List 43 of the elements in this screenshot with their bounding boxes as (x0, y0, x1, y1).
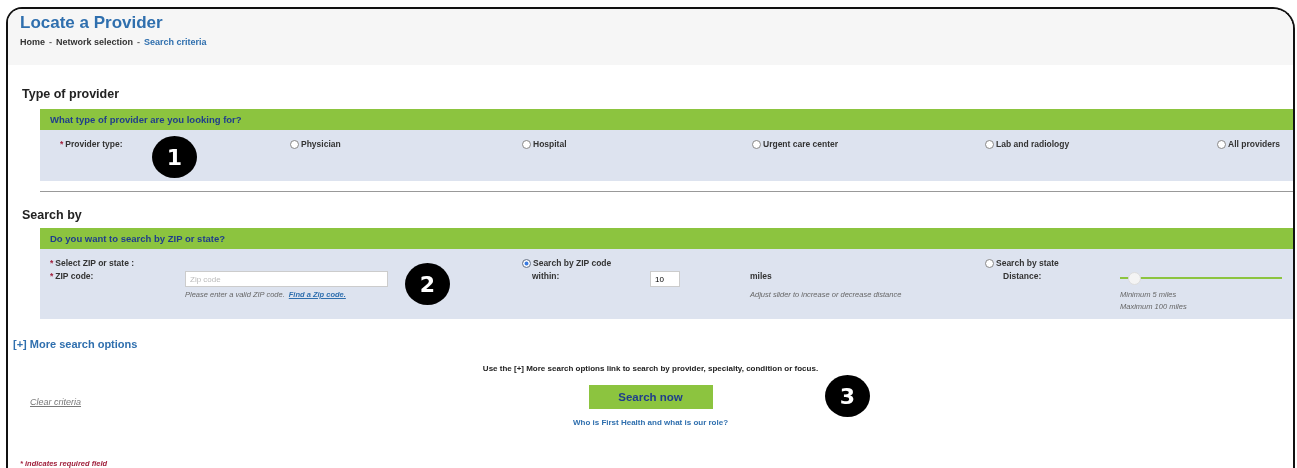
field-label: Provider type: (65, 139, 123, 149)
field-label: Distance: (1002, 271, 1043, 281)
section-heading: Type of provider (21, 87, 120, 101)
radio-icon[interactable] (752, 139, 761, 149)
radio-icon[interactable] (290, 139, 299, 149)
breadcrumb-separator: - (137, 37, 141, 47)
slider-thumb[interactable] (1127, 272, 1141, 285)
breadcrumb-link[interactable]: Search criteria (144, 37, 207, 47)
radio-icon[interactable] (522, 139, 531, 149)
radio-option[interactable]: Urgent care center (752, 139, 985, 149)
clear-criteria-link[interactable]: Clear criteria (30, 397, 81, 407)
step-number-badge: 2 (405, 263, 450, 305)
radio-option[interactable]: Search by ZIP code (522, 258, 750, 268)
field-label: ZIP code: (55, 271, 94, 281)
section-heading: Search by (21, 208, 83, 222)
breadcrumb-link[interactable]: Network selection (56, 37, 134, 47)
question-bar: Do you want to search by ZIP or state? (40, 228, 1293, 249)
field-label: Select ZIP or state : (55, 258, 135, 268)
question-bar: What type of provider are you looking for? (40, 109, 1293, 130)
hint-text: Use the [+] More search options link to search by provider, specialty, condition or focus. (481, 364, 820, 373)
step-number-badge: 1 (152, 136, 197, 178)
breadcrumb-link[interactable]: Home (20, 37, 45, 47)
radio-option[interactable]: Physician (290, 139, 522, 149)
distance-field[interactable]: 10 (650, 271, 680, 287)
radio-option[interactable]: Lab and radiology (985, 139, 1217, 149)
breadcrumb-separator: - (49, 37, 52, 47)
radio-option[interactable]: Search by state (985, 258, 1293, 268)
page-title: Locate a Provider (20, 13, 164, 33)
more-options-link[interactable]: [+] More search options (13, 338, 138, 350)
unit-label: miles (750, 271, 773, 281)
radio-option[interactable]: All providers (1217, 139, 1293, 149)
search-button[interactable]: Search now (588, 385, 713, 409)
required-mark: * (60, 139, 64, 149)
radio-icon[interactable] (522, 258, 531, 268)
radio-icon[interactable] (1217, 139, 1226, 149)
required-mark: * (50, 258, 54, 268)
field-label: within: (531, 271, 561, 281)
radio-option[interactable]: Hospital (522, 139, 752, 149)
radio-icon[interactable] (985, 139, 994, 149)
about-link[interactable]: Who is First Health and what is our role? (572, 418, 729, 427)
radio-icon[interactable] (985, 258, 994, 268)
step-number-badge: 3 (825, 375, 870, 417)
required-mark: * (50, 271, 54, 281)
